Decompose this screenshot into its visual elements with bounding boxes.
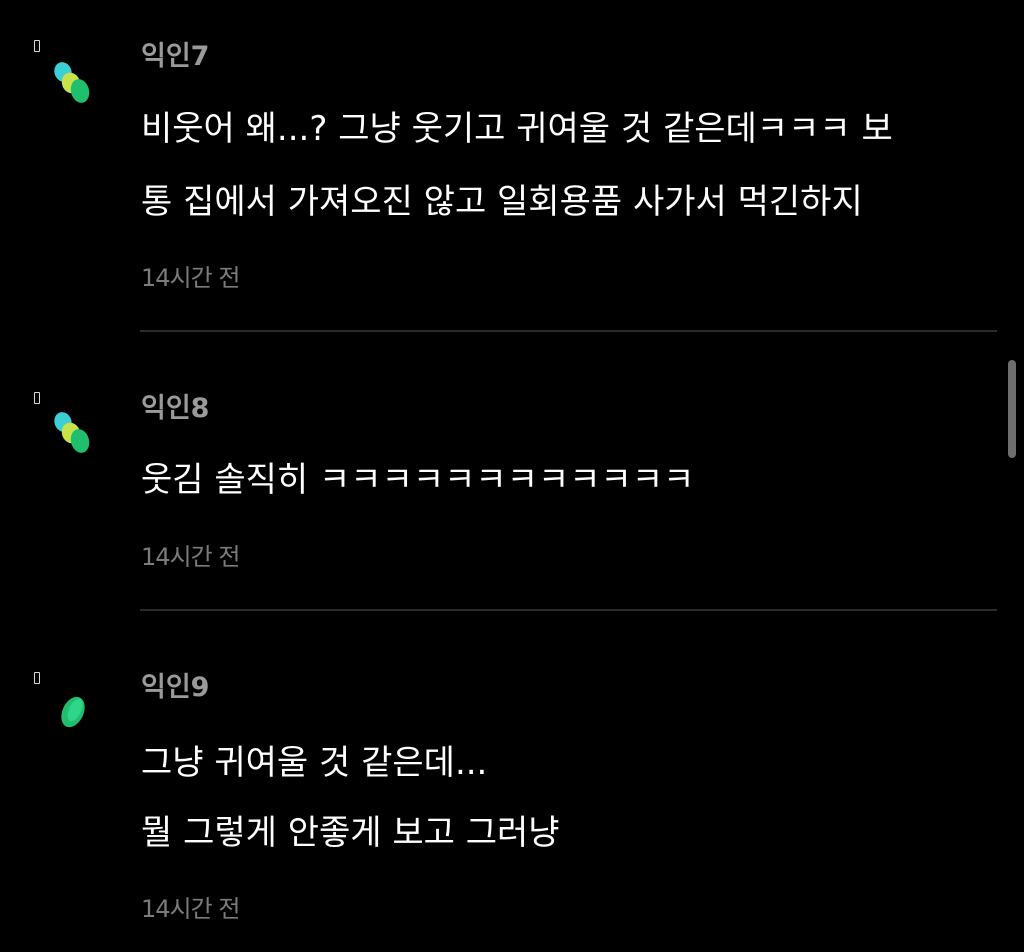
comment-author[interactable]: 익인8 <box>141 395 209 422</box>
bookmark-marker-icon[interactable] <box>34 672 40 684</box>
comment-body-line: 통 집에서 가져오진 않고 일회용품 사가서 먹긴하지 <box>141 182 863 222</box>
comment-timestamp: 14시간 전 <box>141 264 240 292</box>
comment-timestamp: 14시간 전 <box>141 543 240 571</box>
cluster-avatar-icon[interactable] <box>52 408 94 458</box>
comment-body-line: 그냥 귀여울 것 같은데... <box>141 743 488 783</box>
cluster-avatar-icon[interactable] <box>52 58 94 108</box>
comment-body-line: 비웃어 왜...? 그냥 웃기고 귀여울 것 같은데ㅋㅋㅋ 보 <box>141 109 893 149</box>
bookmark-marker-icon[interactable] <box>34 392 40 404</box>
comment-divider <box>140 330 997 332</box>
bookmark-marker-icon[interactable] <box>34 40 40 52</box>
comment-timestamp: 14시간 전 <box>141 895 240 923</box>
comment-body-line: 뭘 그렇게 안좋게 보고 그러냥 <box>141 813 560 853</box>
comment-body-line: 웃김 솔직히 ㅋㅋㅋㅋㅋㅋㅋㅋㅋㅋㅋㅋ <box>141 460 695 500</box>
comment-author[interactable]: 익인9 <box>141 674 209 701</box>
scrollbar-thumb[interactable] <box>1008 360 1016 458</box>
comment-author[interactable]: 익인7 <box>141 43 209 70</box>
leaf-avatar-icon[interactable] <box>52 688 94 738</box>
comment-divider <box>140 609 997 611</box>
